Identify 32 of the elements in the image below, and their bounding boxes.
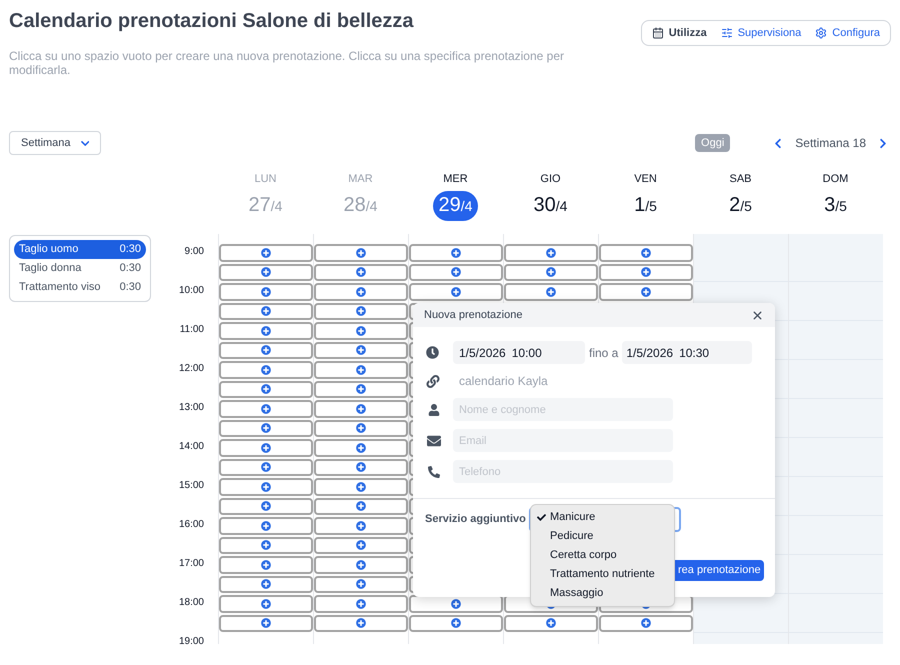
weekday-label: GIO — [540, 172, 561, 186]
weekday-label: MAR — [348, 172, 373, 186]
page-title: Calendario prenotazioni Salone di bellezza — [9, 9, 415, 34]
hour-label: 10:00 — [178, 285, 204, 296]
weekday-label: VEN — [634, 172, 657, 186]
day-date: 3/5 — [823, 193, 848, 218]
weekday-label: MER — [443, 172, 468, 186]
day-date: 30/4 — [532, 193, 568, 218]
hour-label: 13:00 — [178, 402, 204, 413]
weekday-label: DOM — [822, 172, 848, 186]
hour-label: 15:00 — [178, 480, 204, 491]
day-date: 28/4 — [342, 193, 378, 218]
extra-service-label: Servizio aggiuntivo — [425, 512, 526, 528]
weekday-label: SAB — [729, 172, 752, 186]
hour-label: 16:00 — [178, 519, 204, 530]
day-date: 27/4 — [248, 193, 284, 218]
until-label: fino a — [589, 344, 618, 362]
hour-label: 12:00 — [178, 363, 204, 374]
page-description: Clicca su uno spazio vuoto per creare una nuova prenotazione. Clicca su una specifica prenotazione per modificarla. — [9, 49, 565, 77]
hour-label: 17:00 — [178, 558, 204, 569]
day-date: 29/4 — [432, 191, 478, 221]
hour-label: 14:00 — [178, 441, 204, 452]
calendar-name: calendario Kayla — [459, 373, 548, 390]
hour-label: 9:00 — [184, 246, 204, 257]
dialog-title: Nuova prenotazione — [424, 308, 522, 323]
day-date: 2/5 — [728, 193, 753, 218]
week-label: Settimana 18 — [795, 135, 866, 152]
hour-label: 18:00 — [178, 597, 204, 608]
weekday-label: LUN — [254, 172, 276, 186]
hour-label: 19:00 — [178, 636, 204, 647]
day-date: 1/5 — [633, 193, 658, 218]
hour-label: 11:00 — [180, 324, 204, 335]
